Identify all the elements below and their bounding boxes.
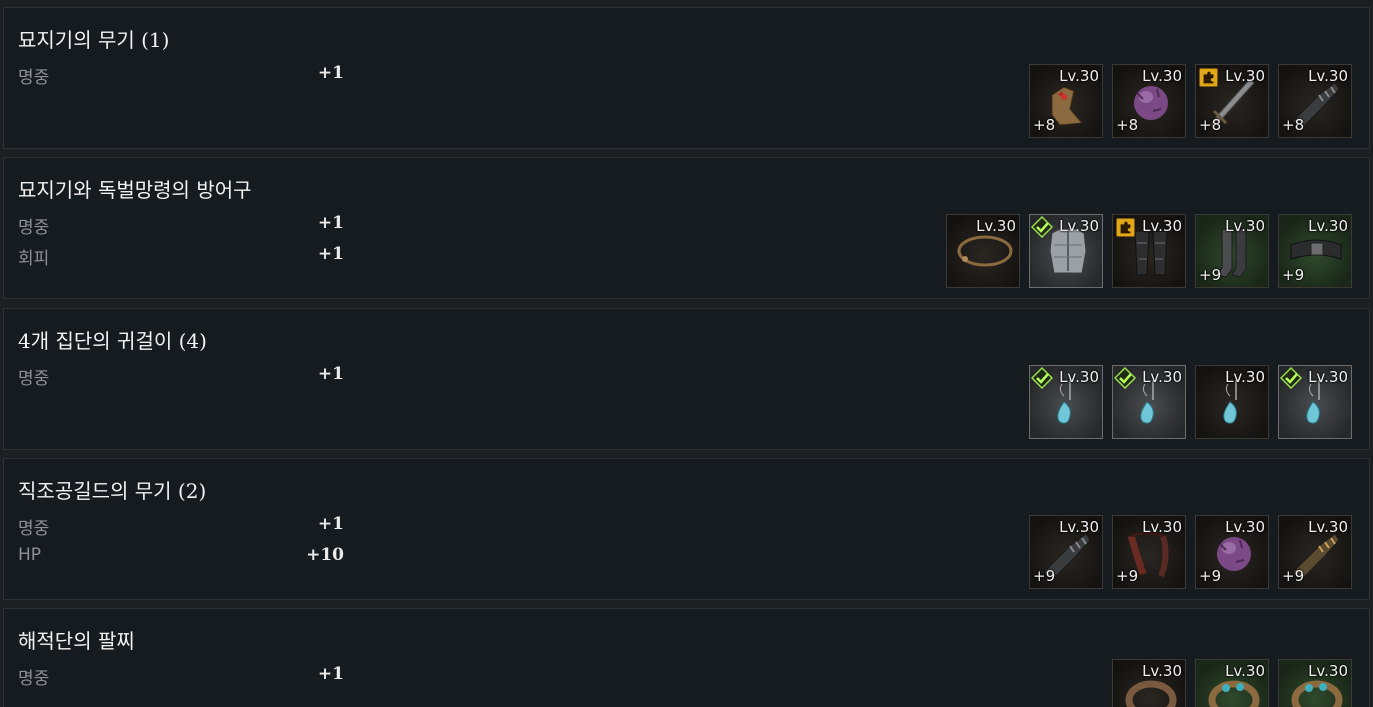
item-level: Lv.30 xyxy=(1142,217,1182,235)
set-panel: 해적단의 팔찌명중 +1 Lv.30 Lv.30 Lv.30 xyxy=(3,608,1370,707)
item-slot[interactable]: Lv.30 xyxy=(946,214,1020,288)
item-enhance: +9 xyxy=(1282,266,1305,284)
item-level: Lv.30 xyxy=(1059,217,1099,235)
puzzle-badge-icon xyxy=(1116,218,1135,237)
stat-value: +1 xyxy=(317,213,344,233)
item-enhance: +8 xyxy=(1033,116,1056,134)
stat-row: 명중 +1 xyxy=(18,364,344,389)
item-level: Lv.30 xyxy=(1308,518,1348,536)
set-title: 해적단의 팔찌 xyxy=(18,629,135,653)
item-slot[interactable]: Lv.30 xyxy=(1278,365,1352,439)
stat-row: 명중 +1 xyxy=(18,63,344,88)
item-slot[interactable]: Lv.30 +8 xyxy=(1112,64,1186,138)
check-badge-icon xyxy=(1113,366,1137,390)
item-enhance: +9 xyxy=(1199,567,1222,585)
item-slot[interactable]: Lv.30 xyxy=(1195,365,1269,439)
item-level: Lv.30 xyxy=(976,217,1016,235)
item-level: Lv.30 xyxy=(1308,368,1348,386)
item-level: Lv.30 xyxy=(1142,368,1182,386)
item-slot[interactable]: Lv.30 xyxy=(1278,659,1352,707)
set-title: 묘지기와 독벌망령의 방어구 xyxy=(18,178,252,202)
stat-name: 회피 xyxy=(18,249,50,269)
set-panel: 4개 집단의 귀걸이 (4) 명중 +1 Lv.30 Lv.30 Lv.30 Lv.30 xyxy=(3,308,1370,450)
item-enhance: +9 xyxy=(1033,567,1056,585)
item-slot[interactable]: Lv.30 +9 xyxy=(1112,515,1186,589)
item-level: Lv.30 xyxy=(1059,67,1099,85)
item-slot[interactable]: Lv.30 xyxy=(1112,659,1186,707)
item-level: Lv.30 xyxy=(1059,518,1099,536)
item-slot[interactable]: Lv.30 xyxy=(1029,365,1103,439)
set-title: 직조공길드의 무기 (2) xyxy=(18,479,207,503)
item-enhance: +9 xyxy=(1199,266,1222,284)
item-level: Lv.30 xyxy=(1225,368,1265,386)
item-slot[interactable]: Lv.30 +9 xyxy=(1278,515,1352,589)
stat-value: +1 xyxy=(317,514,344,534)
stat-row: 명중 +1 xyxy=(18,213,344,238)
item-slot[interactable]: Lv.30 +8 xyxy=(1029,64,1103,138)
item-level: Lv.30 xyxy=(1225,217,1265,235)
stat-value: +1 xyxy=(317,63,344,83)
item-level: Lv.30 xyxy=(1308,662,1348,680)
check-badge-icon xyxy=(1030,366,1054,390)
set-title: 4개 집단의 귀걸이 (4) xyxy=(18,329,207,353)
stat-name: 명중 xyxy=(18,68,50,88)
item-slot[interactable]: Lv.30 +9 xyxy=(1195,214,1269,288)
check-badge-icon xyxy=(1030,215,1054,239)
stat-name: HP xyxy=(18,545,42,565)
set-panel: 직조공길드의 무기 (2) 명중 +1 HP +10 Lv.30 +9 Lv.30 +9 Lv.3… xyxy=(3,458,1370,600)
item-level: Lv.30 xyxy=(1225,67,1265,85)
item-slot[interactable]: Lv.30 xyxy=(1112,365,1186,439)
set-panel: 묘지기의 무기 (1) 명중 +1 Lv.30 +8 Lv.30 +8 Lv.30 +8 Lv.3… xyxy=(3,7,1370,149)
stat-value: +1 xyxy=(317,244,344,264)
item-slot[interactable]: Lv.30 +9 xyxy=(1195,515,1269,589)
set-panel: 묘지기와 독벌망령의 방어구 명중 +1 회피 +1 Lv.30 Lv.30 Lv.30 Lv.… xyxy=(3,157,1370,299)
item-level: Lv.30 xyxy=(1225,662,1265,680)
stat-row: 명중 +1 xyxy=(18,664,344,689)
item-slot[interactable]: Lv.30 xyxy=(1195,659,1269,707)
stat-name: 명중 xyxy=(18,669,50,689)
item-level: Lv.30 xyxy=(1142,662,1182,680)
stat-name: 명중 xyxy=(18,218,50,238)
stat-row: 회피 +1 xyxy=(18,244,344,269)
item-slot[interactable]: Lv.30 +8 xyxy=(1195,64,1269,138)
item-slot[interactable]: Lv.30 +9 xyxy=(1029,515,1103,589)
stat-name: 명중 xyxy=(18,519,50,539)
check-badge-icon xyxy=(1279,366,1303,390)
item-slot[interactable]: Lv.30 xyxy=(1112,214,1186,288)
item-slot[interactable]: Lv.30 +9 xyxy=(1278,214,1352,288)
stat-row: HP +10 xyxy=(18,545,344,567)
item-level: Lv.30 xyxy=(1142,518,1182,536)
stat-name: 명중 xyxy=(18,369,50,389)
set-title: 묘지기의 무기 (1) xyxy=(18,28,170,52)
item-level: Lv.30 xyxy=(1142,67,1182,85)
item-enhance: +8 xyxy=(1282,116,1305,134)
item-slot[interactable]: Lv.30 +8 xyxy=(1278,64,1352,138)
item-enhance: +9 xyxy=(1116,567,1139,585)
stat-row: 명중 +1 xyxy=(18,514,344,539)
item-level: Lv.30 xyxy=(1308,217,1348,235)
puzzle-badge-icon xyxy=(1199,68,1218,87)
stat-value: +1 xyxy=(317,664,344,684)
item-level: Lv.30 xyxy=(1225,518,1265,536)
stat-value: +1 xyxy=(317,364,344,384)
item-enhance: +9 xyxy=(1282,567,1305,585)
stat-value: +10 xyxy=(306,545,344,565)
item-slot[interactable]: Lv.30 xyxy=(1029,214,1103,288)
item-enhance: +8 xyxy=(1199,116,1222,134)
item-enhance: +8 xyxy=(1116,116,1139,134)
item-level: Lv.30 xyxy=(1308,67,1348,85)
item-level: Lv.30 xyxy=(1059,368,1099,386)
